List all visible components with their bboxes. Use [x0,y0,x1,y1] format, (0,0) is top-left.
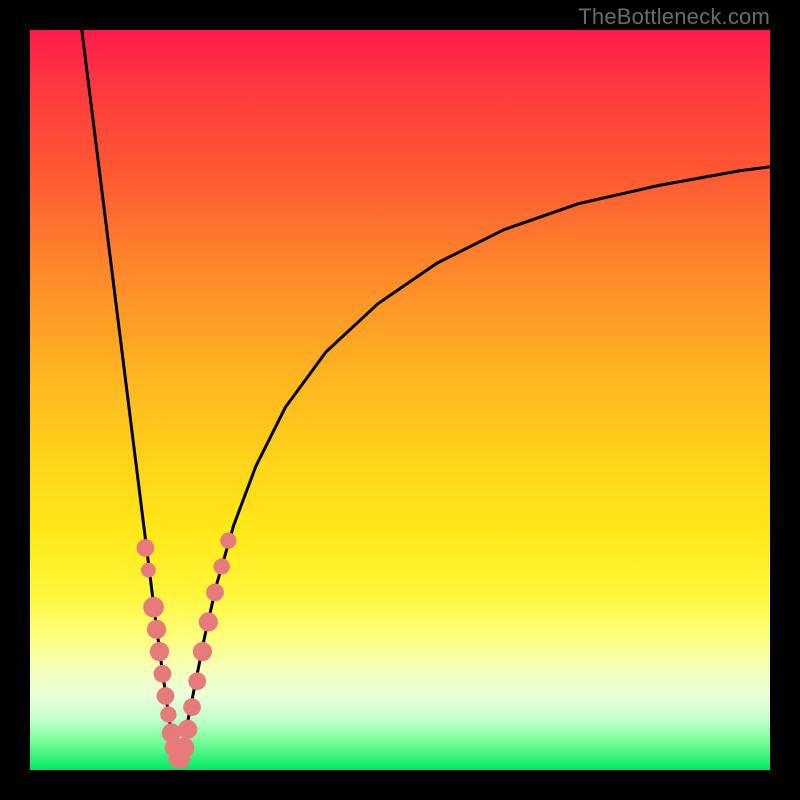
data-marker [150,642,169,661]
data-marker [220,532,236,548]
data-marker [174,737,195,758]
curve-layer [30,30,770,770]
data-marker [143,597,164,618]
data-marker [199,612,218,631]
data-marker [137,539,155,557]
data-marker [183,698,201,716]
watermark-text: TheBottleneck.com [578,4,770,30]
data-marker [147,620,166,639]
plot-area [30,30,770,770]
data-marker [157,687,175,705]
data-marker [214,558,230,574]
data-marker [178,720,197,739]
data-marker [141,563,156,578]
data-marker [160,706,176,722]
data-marker [193,642,212,661]
data-marker [154,665,172,683]
chart-frame: TheBottleneck.com [0,0,800,800]
bottleneck-curve [82,30,770,766]
data-marker [188,672,206,690]
data-marker [206,584,224,602]
